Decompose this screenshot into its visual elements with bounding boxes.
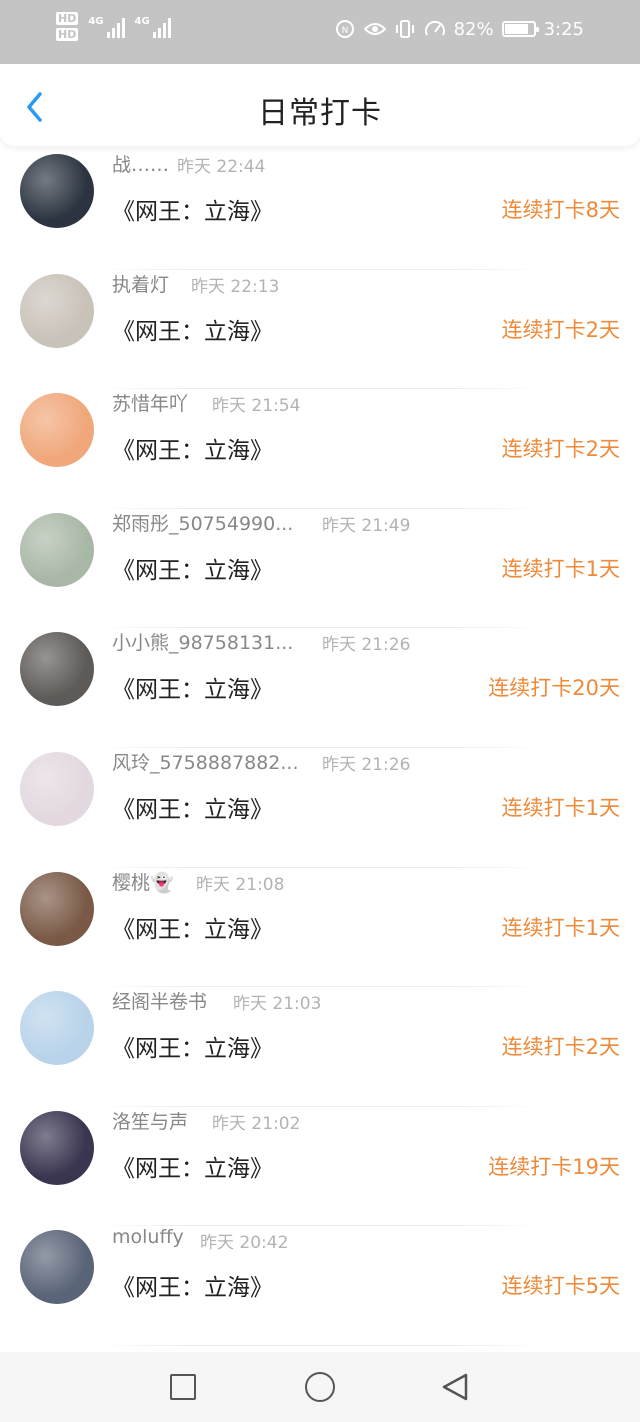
battery-percent: 82%	[453, 18, 494, 40]
streak-label: 连续打卡8天	[501, 198, 620, 222]
user-name[interactable]: 小小熊_98758131...	[112, 628, 293, 655]
list-item[interactable]: 郑雨彤_50754990... 昨天 21:49 《网王：立海》 连续打卡1天	[0, 509, 640, 629]
checkin-time: 昨天 21:03	[233, 994, 322, 1015]
user-name[interactable]: 战……	[112, 150, 169, 177]
triangle-back-icon	[442, 1373, 468, 1401]
user-name[interactable]: 执着灯	[112, 270, 169, 297]
streak-label: 连续打卡1天	[501, 556, 620, 581]
user-name[interactable]: 经阁半卷书	[112, 987, 207, 1014]
hd-badge-1: HD	[56, 12, 79, 25]
user-name[interactable]: 樱桃👻	[112, 868, 174, 895]
svg-text:N: N	[341, 26, 348, 36]
network-type-1: 4G	[88, 15, 104, 27]
list-item[interactable]: 风玲_5758887882... 昨天 21:26 《网王：立海》 连续打卡1天	[0, 748, 640, 868]
streak-label: 连续打卡5天	[501, 1274, 620, 1299]
streak-label: 连续打卡20天	[488, 676, 620, 701]
home-button[interactable]	[305, 1372, 335, 1402]
checkin-time: 昨天 21:26	[322, 635, 411, 656]
checkin-time: 昨天 21:54	[212, 396, 301, 417]
signal-icon-1: 4G	[88, 15, 125, 38]
vibrate-icon	[394, 18, 416, 40]
book-title[interactable]: 《网王：立海》	[112, 790, 273, 824]
nfc-icon: N	[334, 18, 356, 40]
user-name[interactable]: 郑雨彤_50754990...	[112, 509, 293, 536]
network-type-2: 4G	[134, 15, 150, 27]
page-title: 日常打卡	[258, 96, 382, 131]
book-title[interactable]: 《网王：立海》	[112, 1149, 273, 1183]
checkin-time: 昨天 21:02	[212, 1113, 301, 1134]
avatar[interactable]	[20, 751, 94, 826]
checkin-time: 昨天 21:08	[196, 874, 285, 895]
streak-label: 连续打卡1天	[501, 795, 620, 820]
book-title[interactable]: 《网王：立海》	[112, 312, 273, 346]
avatar[interactable]	[20, 1110, 94, 1185]
avatar[interactable]	[20, 273, 94, 348]
avatar[interactable]	[20, 632, 94, 707]
user-name[interactable]: 苏惜年吖	[112, 389, 188, 416]
list-item[interactable]: 执着灯 昨天 22:13 《网王：立海》 连续打卡2天	[0, 270, 640, 390]
status-right: N 82% 3:25	[334, 18, 584, 40]
checkin-time: 昨天 21:26	[322, 754, 411, 775]
avatar[interactable]	[20, 1230, 94, 1305]
checkin-time: 昨天 22:44	[177, 157, 266, 177]
book-title[interactable]: 《网王：立海》	[112, 551, 273, 585]
user-name[interactable]: 洛笙与声	[112, 1107, 188, 1134]
list-item[interactable]: 小小熊_98758131... 昨天 21:26 《网王：立海》 连续打卡20天	[0, 628, 640, 748]
status-left: HD HD 4G 4G	[56, 12, 171, 41]
list-item[interactable]: 洛笙与声 昨天 21:02 《网王：立海》 连续打卡19天	[0, 1107, 640, 1227]
checkin-time: 昨天 21:49	[322, 515, 411, 536]
app-header: 日常打卡	[0, 64, 640, 146]
book-title[interactable]: 《网王：立海》	[112, 1268, 273, 1302]
list-item[interactable]: 樱桃👻 昨天 21:08 《网王：立海》 连续打卡1天	[0, 868, 640, 988]
recent-apps-button[interactable]	[170, 1374, 196, 1400]
list-item[interactable]: 经阁半卷书 昨天 21:03 《网王：立海》 连续打卡2天	[0, 987, 640, 1107]
streak-label: 连续打卡2天	[501, 437, 620, 462]
streak-label: 连续打卡19天	[488, 1154, 620, 1179]
user-name[interactable]: 风玲_5758887882...	[112, 748, 299, 775]
checkin-time: 昨天 22:13	[191, 276, 280, 297]
avatar[interactable]	[20, 512, 94, 587]
streak-label: 连续打卡2天	[501, 317, 620, 342]
checkin-list: 战…… 昨天 22:44 《网王：立海》 连续打卡8天执着灯 昨天 22:13 《网王：立…	[0, 150, 640, 1346]
signal-icon-2: 4G	[135, 16, 171, 38]
avatar[interactable]	[20, 991, 94, 1066]
status-bar: HD HD 4G 4G N 82% 3:25	[0, 0, 640, 64]
hd-badge-2: HD	[56, 28, 79, 41]
avatar[interactable]	[20, 871, 94, 946]
book-title[interactable]: 《网王：立海》	[112, 1029, 273, 1063]
system-nav-bar	[0, 1352, 640, 1422]
book-title[interactable]: 《网王：立海》	[112, 670, 273, 704]
streak-label: 连续打卡1天	[501, 915, 620, 940]
battery-icon	[501, 21, 539, 37]
book-title[interactable]: 《网王：立海》	[112, 431, 273, 465]
list-item[interactable]: moluffy 昨天 20:42 《网王：立海》 连续打卡5天	[0, 1226, 640, 1346]
list-item[interactable]: 战…… 昨天 22:44 《网王：立海》 连续打卡8天	[0, 150, 640, 270]
list-item[interactable]: 苏惜年吖 昨天 21:54 《网王：立海》 连续打卡2天	[0, 389, 640, 509]
speed-icon	[424, 18, 446, 40]
book-title[interactable]: 《网王：立海》	[112, 192, 273, 226]
status-time: 3:25	[543, 18, 584, 40]
avatar[interactable]	[20, 393, 94, 468]
avatar[interactable]	[20, 154, 94, 228]
nav-back-button[interactable]	[440, 1372, 470, 1402]
book-title[interactable]: 《网王：立海》	[112, 910, 273, 944]
user-name[interactable]: moluffy	[112, 1226, 184, 1248]
hd-indicators: HD HD	[56, 12, 79, 41]
checkin-time: 昨天 20:42	[200, 1233, 289, 1254]
divider	[96, 1344, 544, 1346]
streak-label: 连续打卡2天	[501, 1035, 620, 1060]
eye-icon	[363, 18, 386, 40]
